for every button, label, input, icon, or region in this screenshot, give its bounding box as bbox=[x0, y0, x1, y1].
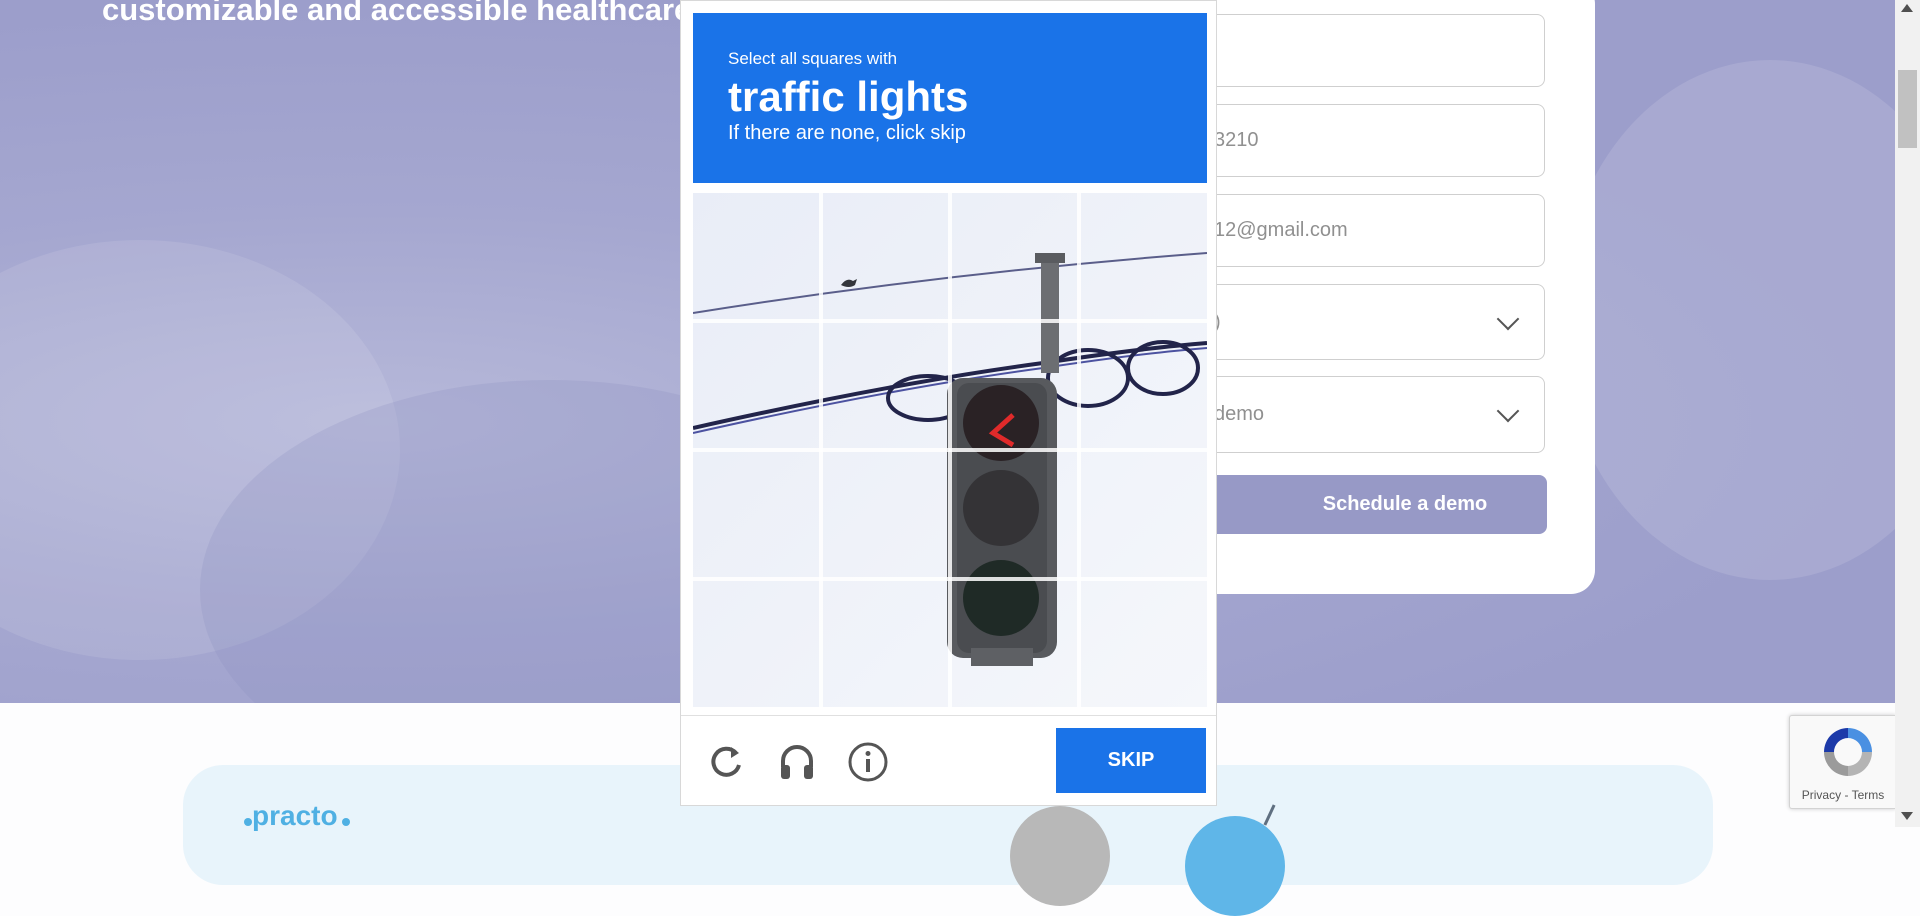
captcha-challenge-dialog: Select all squares with traffic lights I… bbox=[680, 0, 1217, 806]
illustration-circle bbox=[1185, 816, 1285, 916]
grid-line bbox=[693, 577, 1207, 581]
scroll-up-arrow-icon[interactable] bbox=[1901, 4, 1913, 12]
captcha-image-grid[interactable] bbox=[693, 193, 1207, 707]
hero-background-shape bbox=[1560, 60, 1895, 580]
recaptcha-badge[interactable]: Privacy - Terms bbox=[1789, 715, 1896, 809]
skip-button[interactable]: SKIP bbox=[1056, 728, 1206, 793]
scrollbar-thumb[interactable] bbox=[1898, 70, 1917, 148]
captcha-instruction: Select all squares with bbox=[728, 49, 898, 68]
privacy-link[interactable]: Privacy bbox=[1802, 788, 1841, 802]
person-photo bbox=[1010, 806, 1110, 906]
select-field-2-value: demo bbox=[1214, 403, 1265, 425]
phone-field-value: 3210 bbox=[1214, 129, 1259, 151]
grid-line bbox=[693, 448, 1207, 452]
logo-dot bbox=[341, 818, 350, 826]
captcha-footer-divider bbox=[681, 715, 1216, 716]
practo-logo-text: practo bbox=[252, 800, 338, 831]
recaptcha-links-separator: - bbox=[1844, 788, 1849, 802]
scroll-down-arrow-icon[interactable] bbox=[1901, 812, 1913, 820]
reload-icon[interactable] bbox=[705, 741, 747, 783]
chevron-down-icon bbox=[1496, 307, 1520, 331]
captcha-target-label: traffic lights bbox=[728, 73, 969, 120]
captcha-hint: If there are none, click skip bbox=[728, 122, 966, 144]
logo-dot bbox=[244, 818, 252, 826]
terms-link[interactable]: Terms bbox=[1852, 788, 1885, 802]
skip-button-label: SKIP bbox=[1107, 749, 1155, 771]
email-field-value: 12@gmail.com bbox=[1214, 219, 1348, 241]
hero-heading: customizable and accessible healthcare s… bbox=[102, 0, 764, 27]
recaptcha-links: Privacy - Terms bbox=[1790, 788, 1896, 802]
grid-line bbox=[693, 319, 1207, 323]
recaptcha-logo-icon bbox=[1824, 728, 1872, 776]
info-icon[interactable] bbox=[847, 741, 889, 783]
audio-icon[interactable] bbox=[776, 741, 818, 783]
chevron-down-icon bbox=[1496, 399, 1520, 423]
schedule-demo-label: Schedule a demo bbox=[1322, 493, 1488, 515]
practo-logo: practo bbox=[244, 800, 350, 832]
captcha-header: Select all squares with traffic lights I… bbox=[693, 13, 1207, 183]
